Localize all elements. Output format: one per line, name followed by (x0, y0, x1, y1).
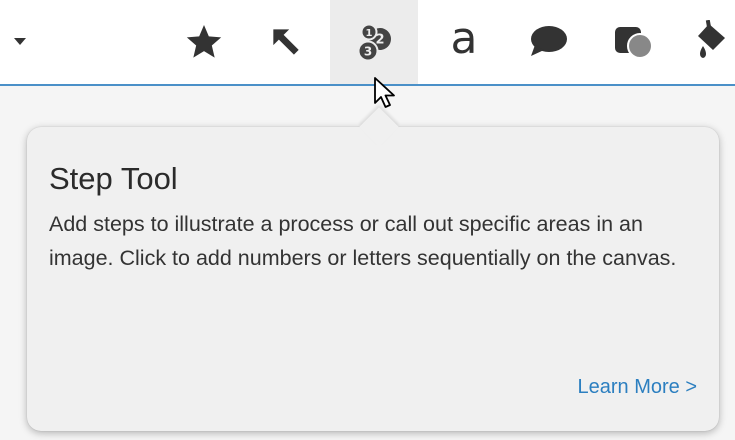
arrow-icon (267, 23, 305, 61)
learn-more-link[interactable]: Learn More > (577, 376, 697, 399)
fill-bucket-icon (695, 20, 735, 64)
svg-text:3: 3 (364, 45, 372, 59)
fill-tool-button[interactable] (695, 0, 735, 84)
toolbar: 2 1 3 a (0, 0, 735, 86)
arrow-tool-button[interactable] (262, 0, 310, 84)
shape-tool-button[interactable] (605, 0, 661, 84)
step-tool-button[interactable]: 2 1 3 (330, 0, 418, 84)
favorites-tool-button[interactable] (180, 0, 228, 84)
text-tool-button[interactable]: a (440, 0, 488, 84)
step-tool-tooltip: Step Tool Add steps to illustrate a proc… (27, 107, 719, 431)
step-icon: 2 1 3 (354, 22, 394, 62)
tooltip-title: Step Tool (49, 161, 178, 196)
speech-bubble-icon (527, 23, 569, 61)
mouse-pointer-icon (373, 76, 399, 117)
svg-text:1: 1 (366, 28, 373, 39)
star-icon (184, 22, 224, 62)
shape-icon (612, 22, 654, 62)
callout-tool-button[interactable] (520, 0, 576, 84)
caret-down-icon (13, 37, 27, 47)
text-icon: a (450, 13, 478, 64)
tools-dropdown-button[interactable] (0, 0, 40, 84)
tooltip-description: Add steps to illustrate a process or cal… (49, 212, 677, 270)
